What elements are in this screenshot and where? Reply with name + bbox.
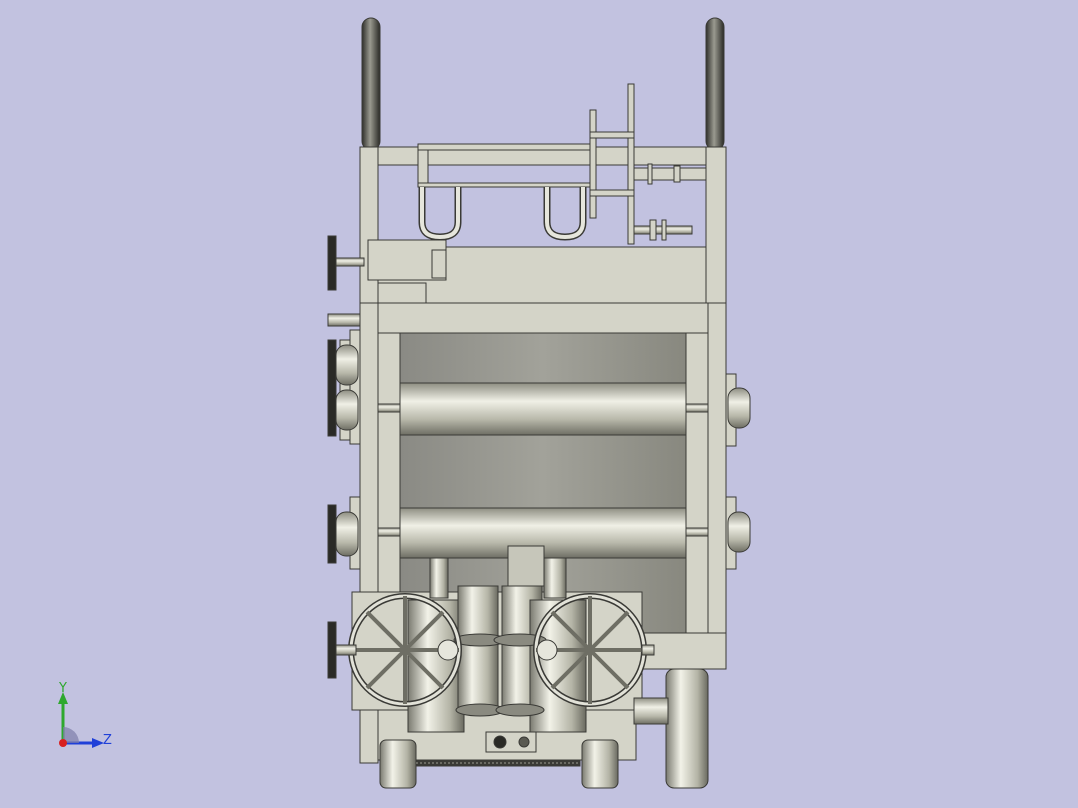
- right-handle: [705, 17, 725, 151]
- right-u-hook: [543, 187, 587, 241]
- left-sprocket-lower: [327, 621, 337, 679]
- cad-viewport[interactable]: Y Z: [0, 0, 1078, 808]
- upper-roller: [399, 382, 687, 436]
- machine-model[interactable]: [0, 0, 1078, 808]
- left-u-hook: [418, 187, 462, 241]
- right-bearing-upper: [725, 373, 751, 447]
- left-gear-stack-upper: [327, 329, 361, 445]
- left-handle: [361, 17, 381, 151]
- y-axis-label: Y: [58, 681, 67, 696]
- right-bearing-lower: [725, 496, 751, 570]
- left-gear-stack-lower: [327, 496, 361, 570]
- left-pin: [327, 313, 361, 327]
- wheel-center: [581, 739, 619, 789]
- x-axis-origin: [59, 739, 67, 747]
- left-handwheel: [348, 593, 462, 707]
- wheel-right: [665, 668, 709, 789]
- right-handwheel: [533, 593, 647, 707]
- z-axis-label: Z: [103, 733, 112, 748]
- motor-block: [507, 545, 545, 587]
- axis-triad: Y Z: [58, 681, 112, 748]
- left-sprocket-1: [327, 235, 365, 291]
- left-cylinder-b: [457, 585, 499, 711]
- wheel-left: [379, 739, 417, 789]
